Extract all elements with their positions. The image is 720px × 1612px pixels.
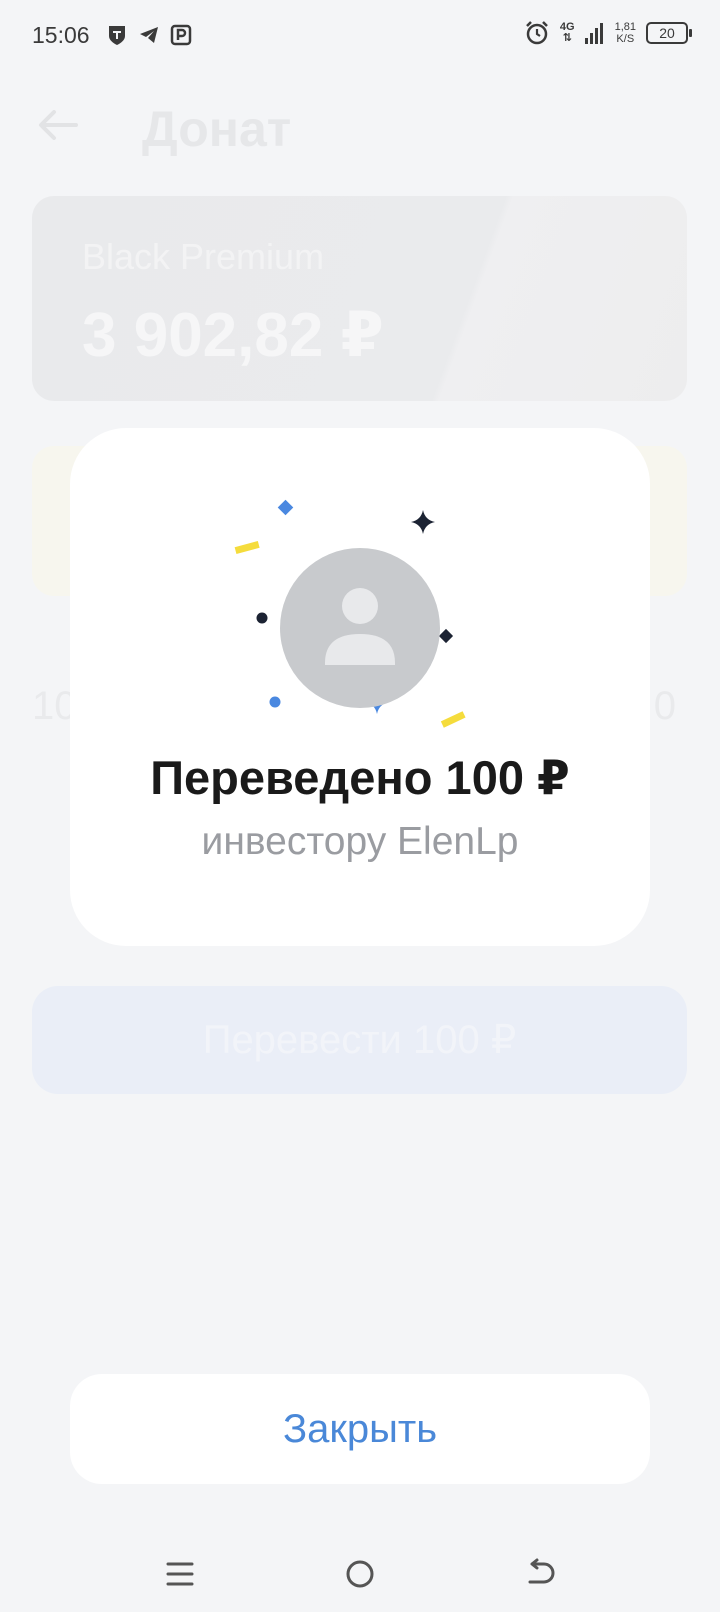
data-arrows-icon: ⇅ — [562, 32, 572, 44]
speed-unit: K/S — [616, 33, 635, 45]
battery-indicator: 20 — [646, 22, 692, 44]
signal-icon — [584, 23, 603, 44]
avatar — [280, 548, 440, 708]
confetti-blue-dot — [269, 696, 281, 708]
user-icon — [325, 588, 395, 665]
menu-icon[interactable] — [162, 1556, 198, 1592]
back-icon[interactable] — [522, 1556, 558, 1592]
status-icons-right: 4G ⇅ 1,81 K/S 20 — [524, 20, 692, 46]
alarm-icon — [526, 21, 548, 45]
tinkoff-icon — [109, 26, 125, 45]
confetti-dark-diamond — [438, 628, 454, 644]
account-balance: 3 902,82 ₽ — [82, 301, 384, 370]
confetti-yellow-dash — [234, 540, 260, 554]
status-icons-left — [106, 24, 192, 46]
confetti-dark-dot — [256, 612, 268, 624]
home-icon[interactable] — [342, 1556, 378, 1592]
back-arrow-icon[interactable] — [38, 110, 78, 140]
speed-indicator: 1,81 K/S — [615, 21, 636, 45]
navigation-bar — [0, 1532, 720, 1612]
network-indicator: 4G ⇅ — [560, 22, 575, 44]
success-subtitle: инвестору ElenLp — [201, 820, 519, 863]
page-title: Донат — [142, 101, 292, 157]
close-button[interactable]: Закрыть — [70, 1374, 650, 1484]
parking-icon — [170, 24, 192, 46]
transfer-button[interactable]: Перевести 100 ₽ — [32, 986, 687, 1094]
confetti-yellow-dash — [440, 711, 466, 728]
confetti-blue-diamond — [277, 499, 294, 516]
amount-option[interactable]: 0 — [654, 684, 676, 729]
status-time: 15:06 — [32, 22, 90, 48]
status-bar: 15:06 4G ⇅ 1,81 K/S 20 — [0, 0, 720, 72]
speed-value: 1,81 — [614, 21, 636, 33]
confetti-dark-sparkle — [411, 510, 435, 534]
telegram-icon — [140, 27, 158, 43]
account-name: Black Premium — [82, 236, 325, 277]
account-card[interactable]: Black Premium 3 902,82 ₽ — [32, 196, 687, 401]
success-title: Переведено 100 ₽ — [150, 751, 570, 804]
success-modal: Переведено 100 ₽ инвестору ElenLp — [70, 428, 650, 946]
